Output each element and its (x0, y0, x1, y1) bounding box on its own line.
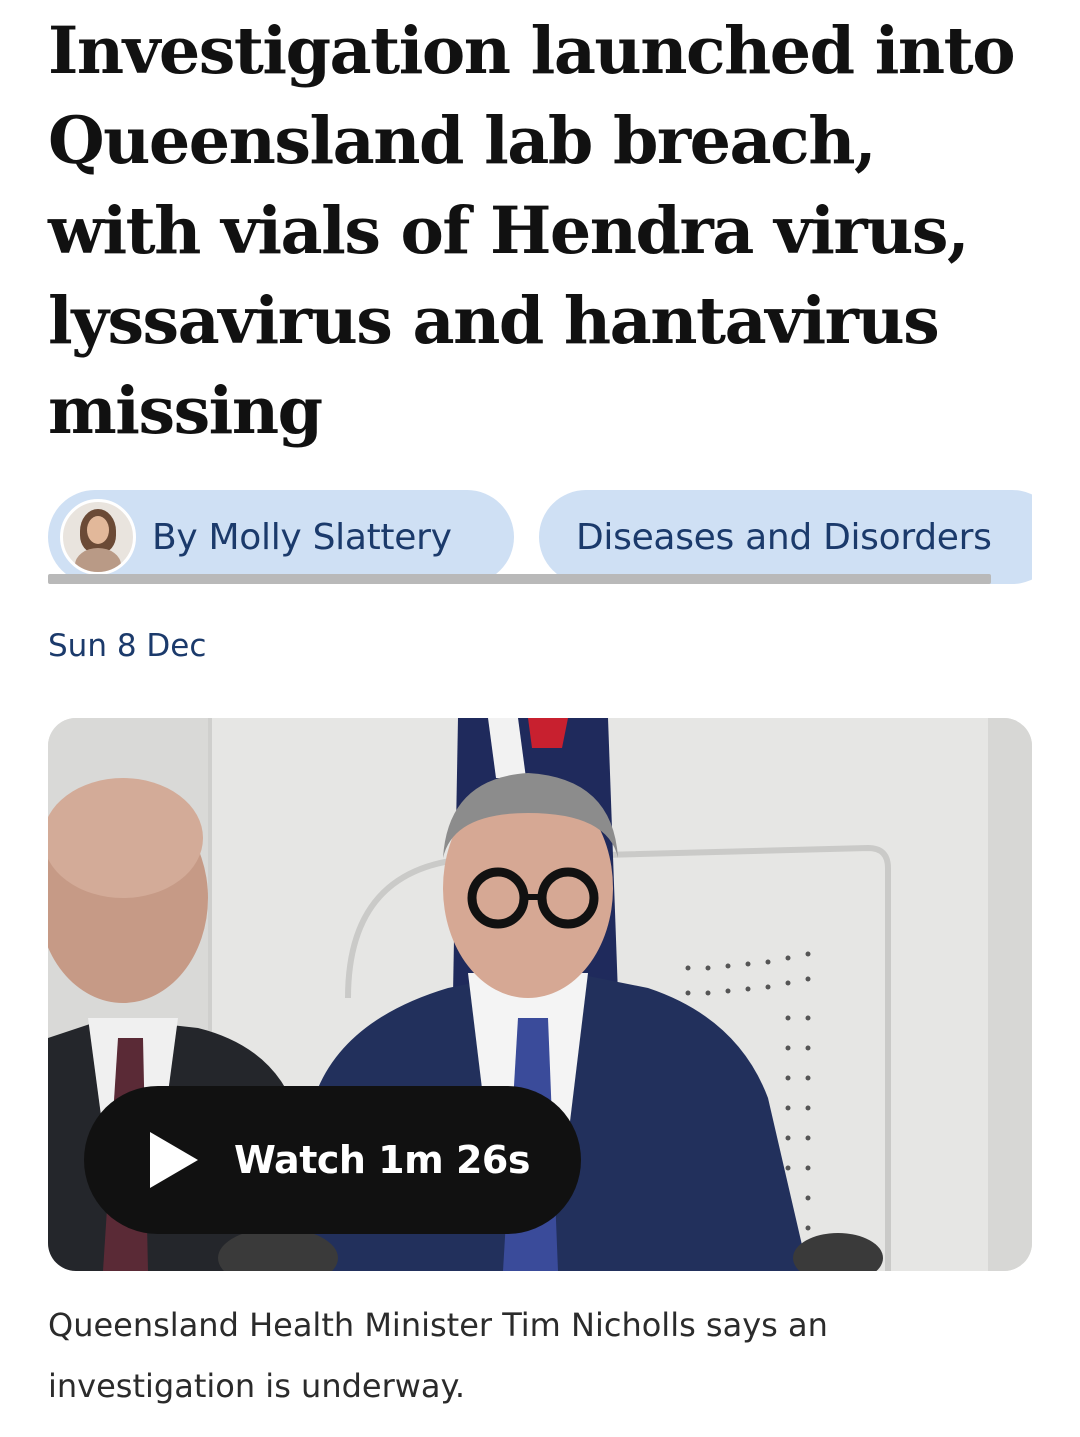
byline-topic-row: By Molly Slattery Diseases and Disorders (48, 490, 1032, 586)
publish-date: Sun 8 Dec (48, 628, 207, 664)
chip-scrollbar[interactable] (48, 574, 991, 584)
article-headline: Investigation launched into Queensland l… (48, 13, 1016, 449)
author-avatar (60, 499, 136, 575)
video-player[interactable]: Watch 1m 26s (48, 718, 1032, 1271)
play-icon (150, 1132, 198, 1188)
watch-video-button[interactable]: Watch 1m 26s (84, 1086, 581, 1234)
author-chip[interactable]: By Molly Slattery (48, 490, 514, 584)
watch-duration-label: Watch 1m 26s (234, 1138, 530, 1182)
topic-label: Diseases and Disorders (576, 516, 992, 558)
topic-chip[interactable]: Diseases and Disorders (539, 490, 1032, 584)
author-name: By Molly Slattery (152, 516, 452, 558)
video-caption: Queensland Health Minister Tim Nicholls … (48, 1306, 828, 1405)
